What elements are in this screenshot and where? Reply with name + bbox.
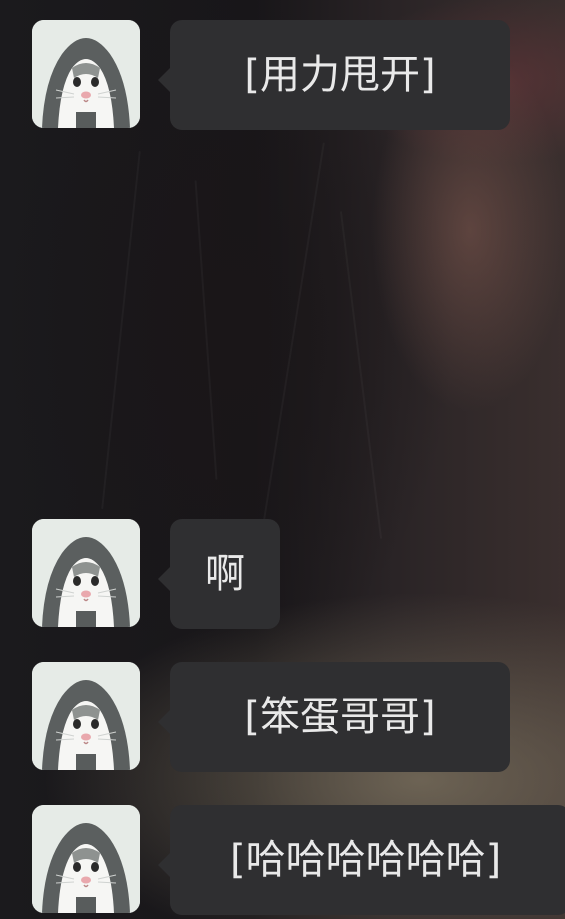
message-bubble[interactable]: [用力甩开] <box>158 20 510 130</box>
message-bubble[interactable]: 啊 <box>158 519 280 629</box>
message-row: [用力甩开] <box>0 20 565 132</box>
message-row: [笨蛋哥哥] <box>0 662 565 774</box>
background-hair-strand <box>195 180 218 479</box>
hamster-avatar[interactable] <box>32 662 140 770</box>
background-hair-strand <box>340 211 382 539</box>
hamster-avatar[interactable] <box>32 519 140 627</box>
message-bubble[interactable]: [笨蛋哥哥] <box>158 662 510 772</box>
hamster-avatar[interactable] <box>32 805 140 913</box>
background-hair-strand <box>257 142 325 557</box>
message-row: [哈哈哈哈哈哈] <box>0 805 565 917</box>
message-row: 啊 <box>0 519 565 631</box>
hamster-in-hoodie-icon <box>32 805 140 913</box>
hamster-in-hoodie-icon <box>32 20 140 128</box>
background-hair-strand <box>101 151 141 509</box>
chat-view: [用力甩开] 啊 [笨蛋哥哥] [哈哈哈哈哈哈] <box>0 0 565 919</box>
hamster-in-hoodie-icon <box>32 662 140 770</box>
hamster-avatar[interactable] <box>32 20 140 128</box>
hamster-in-hoodie-icon <box>32 519 140 627</box>
message-bubble[interactable]: [哈哈哈哈哈哈] <box>158 805 565 915</box>
